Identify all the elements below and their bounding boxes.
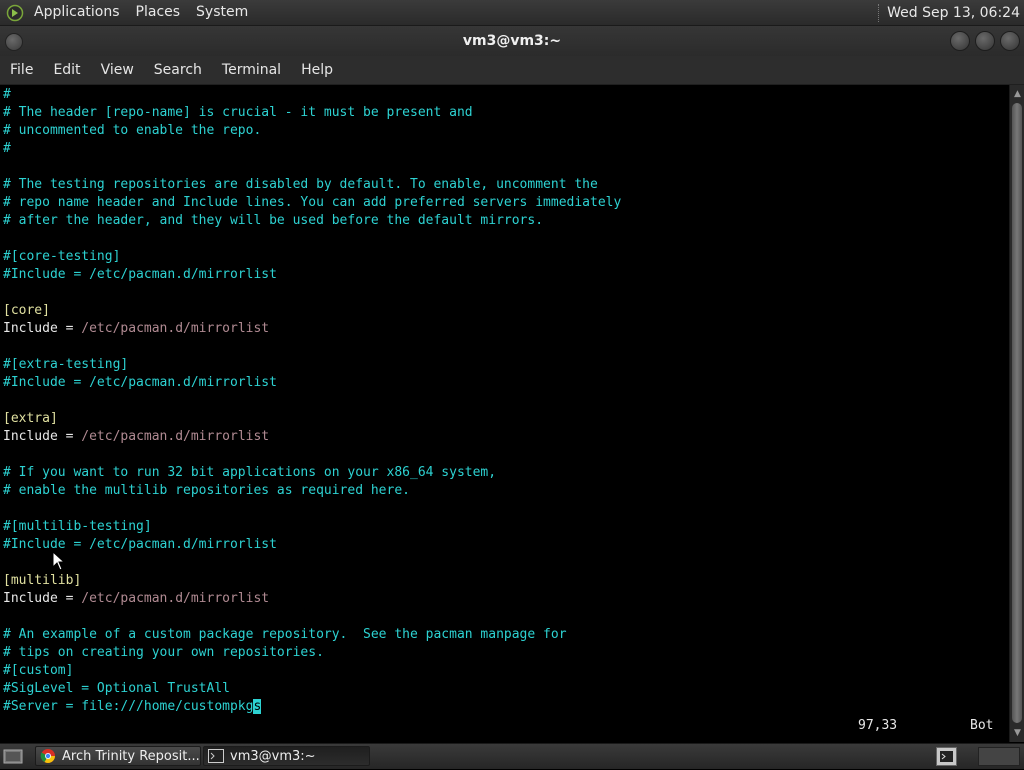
terminal-text: # repo name header and Include lines. Yo… [3,195,622,210]
window-title: vm3@vm3:~ [462,33,562,49]
scroll-down-arrow-icon[interactable]: ▼ [1010,726,1024,740]
places-menu[interactable]: Places [128,0,189,25]
terminal-text: # The header [repo-name] is crucial - it… [3,105,473,120]
terminal-line: # after the header, and they will be use… [3,212,543,230]
terminal-text: # after the header, and they will be use… [3,213,544,228]
terminal-line: # [3,86,11,104]
chrome-icon [40,748,56,764]
terminal-text: # [3,141,11,156]
terminal-line: [extra] [3,410,58,428]
taskbar-item-label: Arch Trinity Reposit... [62,748,200,764]
taskbar-item-terminal[interactable]: vm3@vm3:~ [203,746,370,766]
terminal-line: #[multilib-testing] [3,518,152,536]
terminal-text: /etc/pacman.d/mirrorlist [81,321,270,336]
taskbar: Arch Trinity Reposit... vm3@vm3:~ [0,743,1024,769]
maximize-button[interactable] [975,31,995,51]
mouse-pointer-icon [52,551,66,571]
top-panel: Applications Places System Wed Sep 13, 0… [0,0,1024,26]
terminal-line: # enable the multilib repositories as re… [3,482,410,500]
trinity-logo-icon[interactable] [4,2,26,24]
terminal-text: #[custom] [3,663,74,678]
terminal-text: #SigLevel = Optional TrustAll [3,681,230,696]
terminal-line: Include = /etc/pacman.d/mirrorlist [3,590,269,608]
terminal-line: #SigLevel = Optional TrustAll [3,680,230,698]
applications-menu[interactable]: Applications [26,0,128,25]
terminal-line: #Include = /etc/pacman.d/mirrorlist [3,374,277,392]
close-button[interactable] [1000,31,1020,51]
terminal-line: #[core-testing] [3,248,120,266]
terminal-text: #Include = /etc/pacman.d/mirrorlist [3,537,277,552]
terminal-text: Include = [3,429,82,444]
terminal-line: [core] [3,302,50,320]
terminal-line: # uncommented to enable the repo. [3,122,261,140]
terminal-line: #Include = /etc/pacman.d/mirrorlist [3,266,277,284]
terminal-line: Include = /etc/pacman.d/mirrorlist [3,428,269,446]
terminal-text: # enable the multilib repositories as re… [3,483,410,498]
taskbar-item-label: vm3@vm3:~ [230,748,316,764]
terminal-line: #[custom] [3,662,73,680]
terminal-text: # uncommented to enable the repo. [3,123,262,138]
terminal-line: Include = /etc/pacman.d/mirrorlist [3,320,269,338]
scroll-up-arrow-icon[interactable]: ▲ [1010,87,1024,101]
terminal-line: #Include = /etc/pacman.d/mirrorlist [3,536,277,554]
terminal-text: #Include = /etc/pacman.d/mirrorlist [3,375,277,390]
terminal-view[interactable]: 97,33 Bot # # The header [repo-name] is c… [0,85,1009,742]
terminal-text: # tips on creating your own repositories… [3,645,324,660]
terminal-line: # The testing repositories are disabled … [3,176,598,194]
window-titlebar[interactable]: vm3@vm3:~ [0,26,1024,56]
terminal-text: [multilib] [3,573,82,588]
terminal-text: [extra] [3,411,58,426]
terminal-text: # An example of a custom package reposit… [3,627,567,642]
terminal-line: # [3,140,11,158]
panel-separator [878,3,883,22]
terminal-line: # The header [repo-name] is crucial - it… [3,104,473,122]
terminal-text: #[multilib-testing] [3,519,152,534]
terminal-line: # tips on creating your own repositories… [3,644,324,662]
system-menu[interactable]: System [188,0,256,25]
show-desktop-icon[interactable] [2,747,24,766]
text-cursor: s [253,699,262,714]
terminal-line: # If you want to run 32 bit applications… [3,464,496,482]
view-menu[interactable]: View [91,56,144,84]
terminal-text: #Server = file:///home/custompkg [3,699,254,714]
scrollbar-thumb[interactable] [1012,103,1022,723]
terminal-text: Include = [3,321,82,336]
terminal-line: # repo name header and Include lines. Yo… [3,194,621,212]
terminal-text: Include = [3,591,82,606]
terminal-text: # The testing repositories are disabled … [3,177,598,192]
clock[interactable]: Wed Sep 13, 06:24 [887,5,1024,21]
terminal-text: # [3,87,11,102]
terminal-text: #[extra-testing] [3,357,129,372]
tray-terminal-icon[interactable] [936,747,957,766]
terminal-icon [208,748,224,764]
terminal-text: #Include = /etc/pacman.d/mirrorlist [3,267,277,282]
search-menu[interactable]: Search [144,56,212,84]
terminal-line: # An example of a custom package reposit… [3,626,567,644]
edit-menu[interactable]: Edit [43,56,90,84]
help-menu[interactable]: Help [291,56,343,84]
terminal-menubar: File Edit View Search Terminal Help [0,56,1024,85]
taskbar-item-browser[interactable]: Arch Trinity Reposit... [35,746,201,766]
terminal-text: #[core-testing] [3,249,121,264]
terminal-menu[interactable]: Terminal [212,56,291,84]
workspace-switcher[interactable] [978,747,1020,766]
terminal-line: #Server = file:///home/custompkgs [3,698,262,716]
cursor-position: 97,33 [858,718,898,733]
terminal-text: /etc/pacman.d/mirrorlist [81,429,270,444]
terminal-text: /etc/pacman.d/mirrorlist [81,591,270,606]
scroll-indicator: Bot [970,718,994,733]
terminal-text: [core] [3,303,50,318]
file-menu[interactable]: File [0,56,43,84]
minimize-button[interactable] [950,31,970,51]
terminal-line: [multilib] [3,572,81,590]
terminal-text: # If you want to run 32 bit applications… [3,465,497,480]
terminal-line: #[extra-testing] [3,356,128,374]
terminal-scrollbar[interactable]: ▲ ▼ [1009,85,1024,742]
